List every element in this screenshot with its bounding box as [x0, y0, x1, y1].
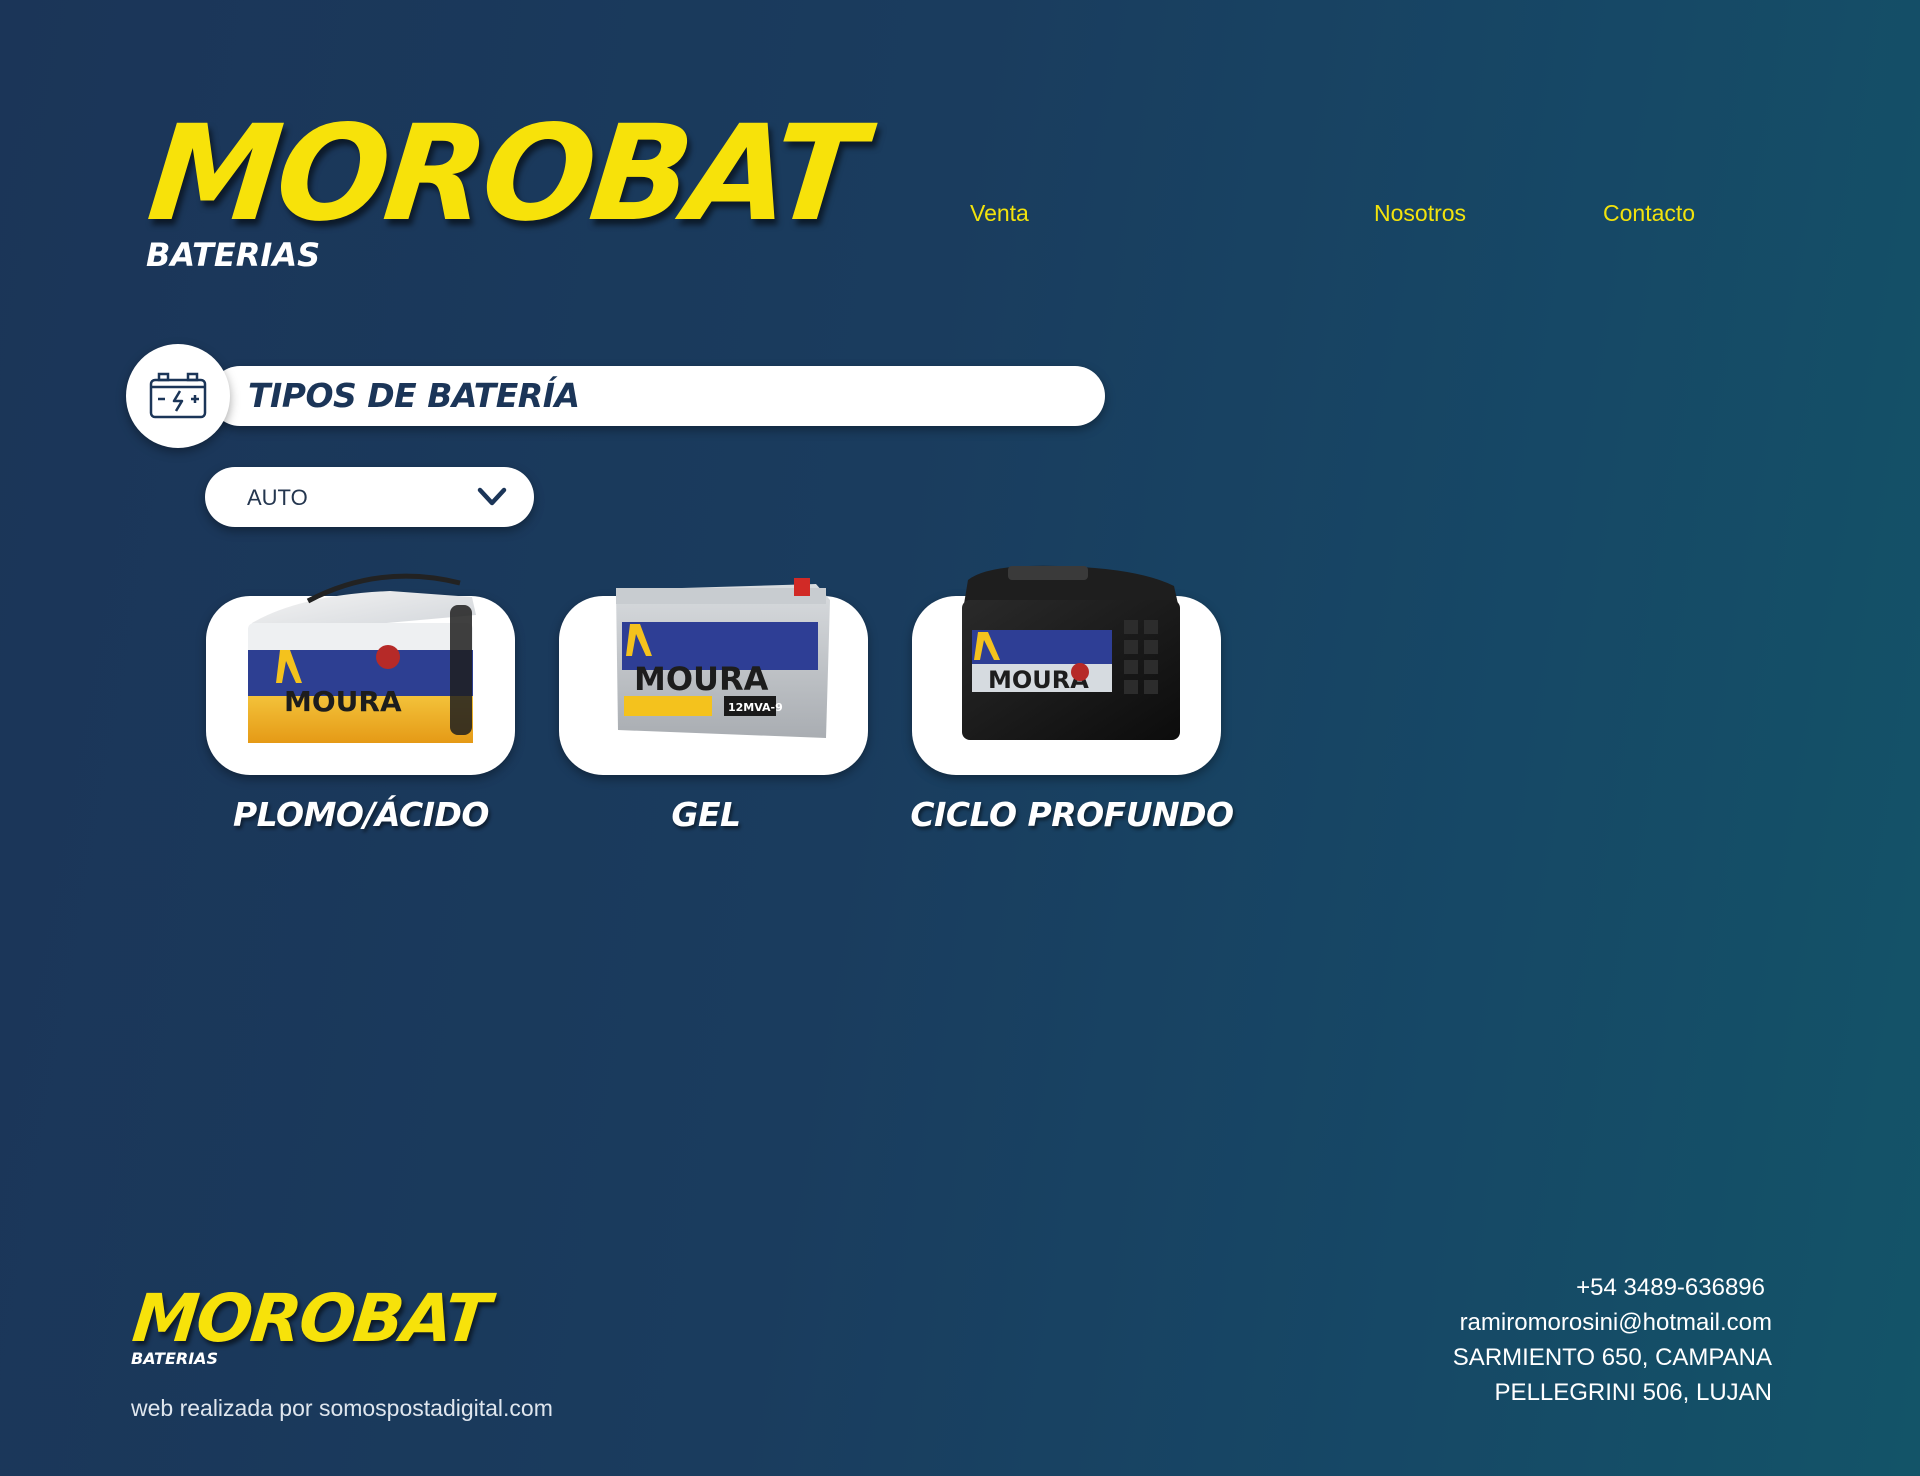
contact-phone[interactable]: +54 3489-636896: [1453, 1270, 1765, 1305]
nav-link-venta[interactable]: Venta: [970, 200, 1029, 227]
footer-logo-tagline: BATERIAS: [131, 1349, 219, 1368]
section-heading-bar: TIPOS DE BATERÍA: [210, 366, 1105, 426]
footer-logo-brand: MOROBAT: [129, 1280, 492, 1357]
logo-tagline: BATERIAS: [146, 236, 321, 274]
chevron-down-icon[interactable]: [476, 485, 508, 509]
logo-brand: MOROBAT: [141, 97, 868, 251]
product-label-gel[interactable]: GEL: [496, 795, 916, 834]
battery-brand-text: MOURA: [634, 660, 769, 698]
battery-icon: [149, 372, 207, 419]
footer-credit[interactable]: web realizada por somospostadigital.com: [131, 1395, 553, 1422]
header-logo[interactable]: MOROBAT BATERIAS: [142, 97, 868, 274]
contact-email[interactable]: ramiromorosini@hotmail.com: [1453, 1305, 1772, 1340]
lead-acid-battery-image: MOURA: [248, 573, 476, 743]
battery-type-select[interactable]: AUTO: [205, 467, 534, 527]
contact-address-lujan: PELLEGRINI 506, LUJAN: [1494, 1379, 1772, 1406]
battery-brand-text: MOURA: [284, 685, 402, 718]
section-icon-badge: [126, 344, 230, 448]
footer-logo[interactable]: MOROBAT BATERIAS: [129, 1280, 492, 1368]
section-title: TIPOS DE BATERÍA: [248, 376, 580, 415]
contact-address-campana: SARMIENTO 650, CAMPANA: [1452, 1344, 1772, 1371]
footer-contact: +54 3489-636896 ramiromorosini@hotmail.c…: [1453, 1270, 1772, 1410]
nav-link-contacto[interactable]: Contacto: [1603, 200, 1695, 227]
battery-model-text: 12MVA-9: [728, 701, 783, 714]
nav-link-nosotros[interactable]: Nosotros: [1374, 200, 1466, 227]
select-value: AUTO: [247, 485, 308, 510]
product-label-ciclo-profundo[interactable]: CICLO PROFUNDO: [862, 795, 1282, 834]
